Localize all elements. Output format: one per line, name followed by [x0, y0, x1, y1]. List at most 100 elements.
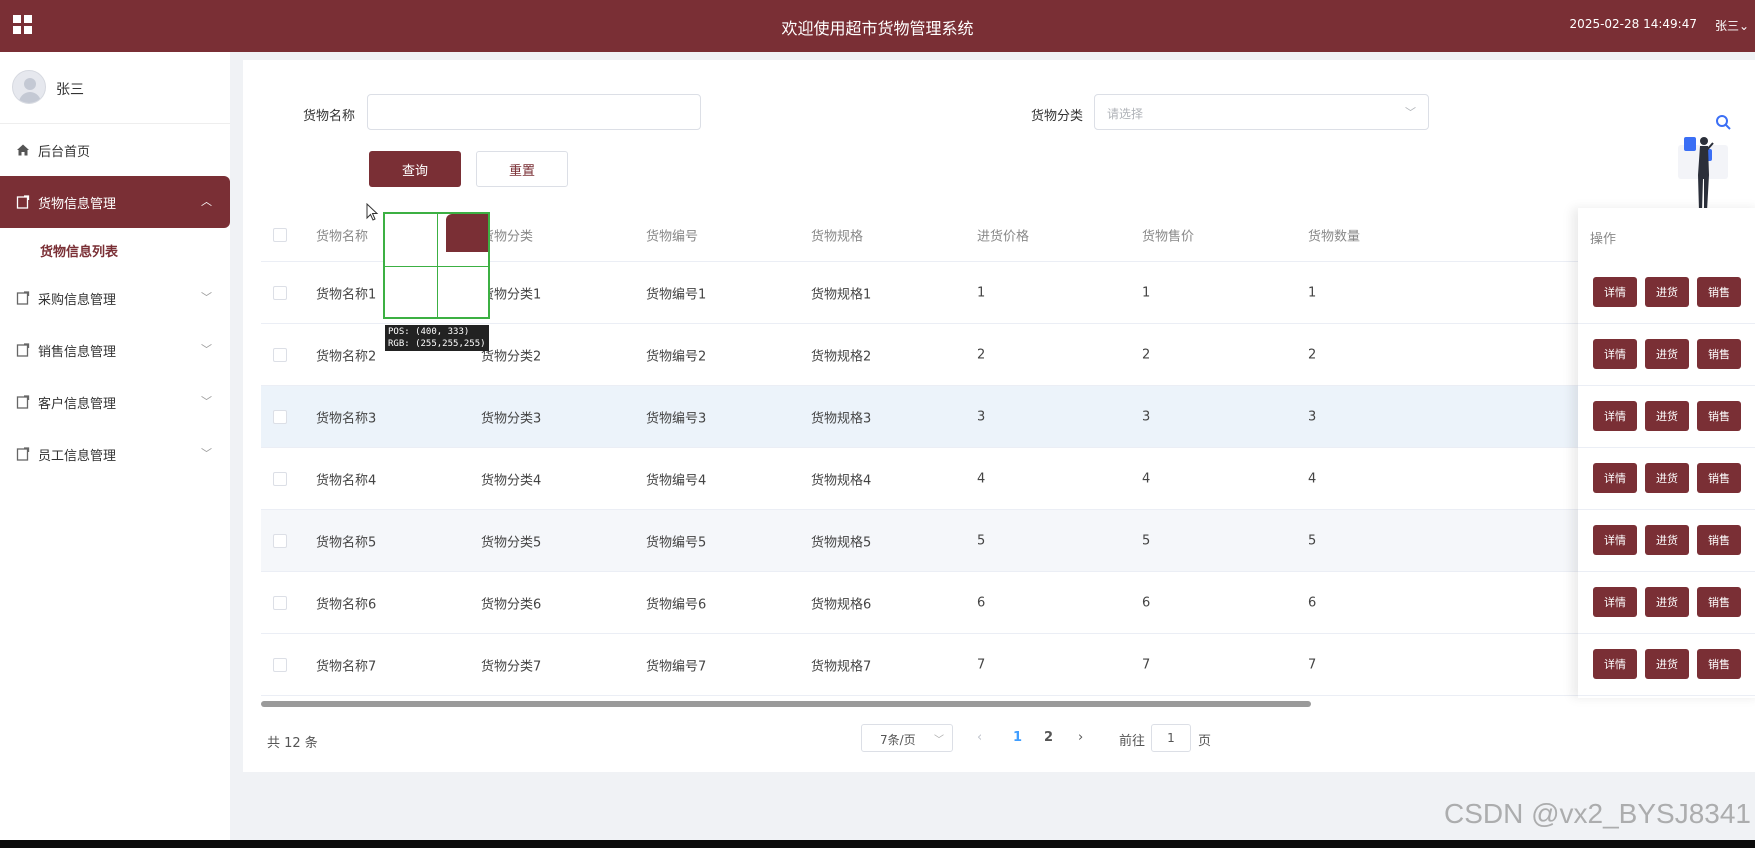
profile-name: 张三	[56, 82, 84, 98]
operations-row: 详情 进货 销售	[1578, 262, 1755, 324]
user-menu[interactable]: 张三⌄	[1715, 17, 1749, 34]
document-icon	[16, 343, 30, 357]
page-number[interactable]: 1	[1013, 730, 1022, 745]
sidebar-item-employees[interactable]: 员工信息管理 ﹀	[0, 428, 230, 480]
sell-button[interactable]: 销售	[1697, 277, 1741, 307]
table-row[interactable]: 货物名称3 货物分类3 货物编号3 货物规格3 3 3 3	[261, 386, 1745, 448]
row-checkbox[interactable]	[273, 533, 287, 548]
column-header[interactable]: 进货价格	[977, 225, 1029, 244]
select-all-checkbox[interactable]	[273, 227, 287, 242]
horizontal-scrollbar[interactable]	[261, 701, 1311, 707]
operations-row: 详情 进货 销售	[1578, 634, 1755, 696]
current-datetime: 2025-02-28 14:49:47	[1569, 17, 1697, 31]
table-cell: 5	[1142, 533, 1151, 548]
detail-button[interactable]: 详情	[1593, 525, 1637, 555]
table-cell: 货物名称5	[316, 535, 377, 550]
table-cell: 5	[1308, 533, 1317, 548]
table-cell: 7	[1142, 657, 1151, 672]
table-cell: 3	[1142, 409, 1151, 424]
column-header[interactable]: 货物规格	[811, 225, 863, 244]
sidebar-item-label: 员工信息管理	[38, 448, 117, 464]
page-size-select[interactable]: 7条/页 ﹀	[861, 724, 953, 752]
table-cell: 货物分类6	[481, 597, 542, 612]
sell-button[interactable]: 销售	[1697, 339, 1741, 369]
detail-button[interactable]: 详情	[1593, 277, 1637, 307]
table-cell: 货物名称6	[316, 597, 377, 612]
restock-button[interactable]: 进货	[1645, 277, 1689, 307]
detail-button[interactable]: 详情	[1593, 463, 1637, 493]
sidebar-item-label: 货物信息管理	[38, 196, 117, 212]
column-header[interactable]: 货物数量	[1308, 225, 1360, 244]
goods-category-select[interactable]: 请选择 ﹀	[1094, 94, 1429, 130]
page-number[interactable]: 2	[1044, 730, 1053, 745]
table-cell: 货物分类1	[481, 287, 542, 302]
table-cell: 货物分类7	[481, 659, 542, 674]
sell-button[interactable]: 销售	[1697, 463, 1741, 493]
next-page-button[interactable]: ›	[1078, 730, 1083, 745]
table-cell: 5	[977, 533, 986, 548]
table-cell: 2	[1308, 347, 1317, 362]
operations-row: 详情 进货 销售	[1578, 510, 1755, 572]
sell-button[interactable]: 销售	[1697, 587, 1741, 617]
detail-button[interactable]: 详情	[1593, 587, 1637, 617]
column-header[interactable]: 货物售价	[1142, 225, 1194, 244]
detail-button[interactable]: 详情	[1593, 649, 1637, 679]
restock-button[interactable]: 进货	[1645, 587, 1689, 617]
prev-page-button[interactable]: ‹	[977, 730, 982, 745]
chevron-down-icon: ﹀	[201, 447, 212, 460]
goto-page-input[interactable]: 1	[1151, 724, 1191, 752]
goods-name-label: 货物名称	[303, 109, 356, 124]
sidebar-profile: 张三	[0, 52, 230, 124]
row-checkbox[interactable]	[273, 285, 287, 300]
restock-button[interactable]: 进货	[1645, 339, 1689, 369]
detail-button[interactable]: 详情	[1593, 339, 1637, 369]
table-cell: 1	[1308, 285, 1317, 300]
document-icon	[16, 291, 30, 305]
query-button[interactable]: 查询	[369, 151, 461, 187]
row-checkbox[interactable]	[273, 471, 287, 486]
restock-button[interactable]: 进货	[1645, 401, 1689, 431]
chevron-down-icon: ﹀	[201, 395, 212, 408]
table-row[interactable]: 货物名称4 货物分类4 货物编号4 货物规格4 4 4 4	[261, 448, 1745, 510]
row-checkbox[interactable]	[273, 347, 287, 362]
operations-column: 操作 详情 进货 销售 详情 进货 销售 详情 进货 销售 详情 进货 销售 详…	[1578, 208, 1755, 698]
row-checkbox[interactable]	[273, 595, 287, 610]
operations-row: 详情 进货 销售	[1578, 386, 1755, 448]
sell-button[interactable]: 销售	[1697, 525, 1741, 555]
column-header[interactable]: 货物编号	[646, 225, 698, 244]
app-title: 欢迎使用超市货物管理系统	[781, 19, 974, 38]
sidebar-item-purchase[interactable]: 采购信息管理 ﹀	[0, 272, 230, 324]
goods-name-input[interactable]	[367, 94, 701, 130]
chevron-up-icon: ︿	[201, 195, 212, 208]
row-checkbox[interactable]	[273, 657, 287, 672]
sidebar-subitem-goods-list[interactable]: 货物信息列表	[0, 228, 230, 272]
watermark: CSDN @vx2_BYSJ8341	[1443, 798, 1751, 829]
table-cell: 1	[977, 285, 986, 300]
table-cell: 货物规格4	[811, 473, 872, 488]
column-header[interactable]: 货物名称	[316, 225, 368, 244]
goods-category-label: 货物分类	[1031, 109, 1084, 124]
sidebar-item-label: 客户信息管理	[38, 396, 117, 412]
table-cell: 货物规格7	[811, 659, 872, 674]
sidebar-item-home[interactable]: 后台首页	[0, 124, 230, 176]
table-cell: 货物规格2	[811, 349, 872, 364]
restock-button[interactable]: 进货	[1645, 525, 1689, 555]
table-cell: 货物分类3	[481, 411, 542, 426]
restock-button[interactable]: 进货	[1645, 463, 1689, 493]
category-placeholder: 请选择	[1107, 107, 1144, 121]
sidebar-item-customers[interactable]: 客户信息管理 ﹀	[0, 376, 230, 428]
sidebar-item-goods[interactable]: 货物信息管理 ︿	[0, 176, 230, 228]
restock-button[interactable]: 进货	[1645, 649, 1689, 679]
sidebar-item-sales[interactable]: 销售信息管理 ﹀	[0, 324, 230, 376]
chevron-down-icon: ﹀	[934, 735, 944, 746]
row-checkbox[interactable]	[273, 409, 287, 424]
sidebar-item-label: 后台首页	[38, 144, 91, 160]
table-row[interactable]: 货物名称5 货物分类5 货物编号5 货物规格5 5 5 5	[261, 510, 1745, 572]
table-row[interactable]: 货物名称7 货物分类7 货物编号7 货物规格7 7 7 7	[261, 634, 1745, 696]
sell-button[interactable]: 销售	[1697, 401, 1741, 431]
sell-button[interactable]: 销售	[1697, 649, 1741, 679]
reset-button[interactable]: 重置	[476, 151, 568, 187]
detail-button[interactable]: 详情	[1593, 401, 1637, 431]
table-cell: 6	[1142, 595, 1151, 610]
table-row[interactable]: 货物名称6 货物分类6 货物编号6 货物规格6 6 6 6	[261, 572, 1745, 634]
